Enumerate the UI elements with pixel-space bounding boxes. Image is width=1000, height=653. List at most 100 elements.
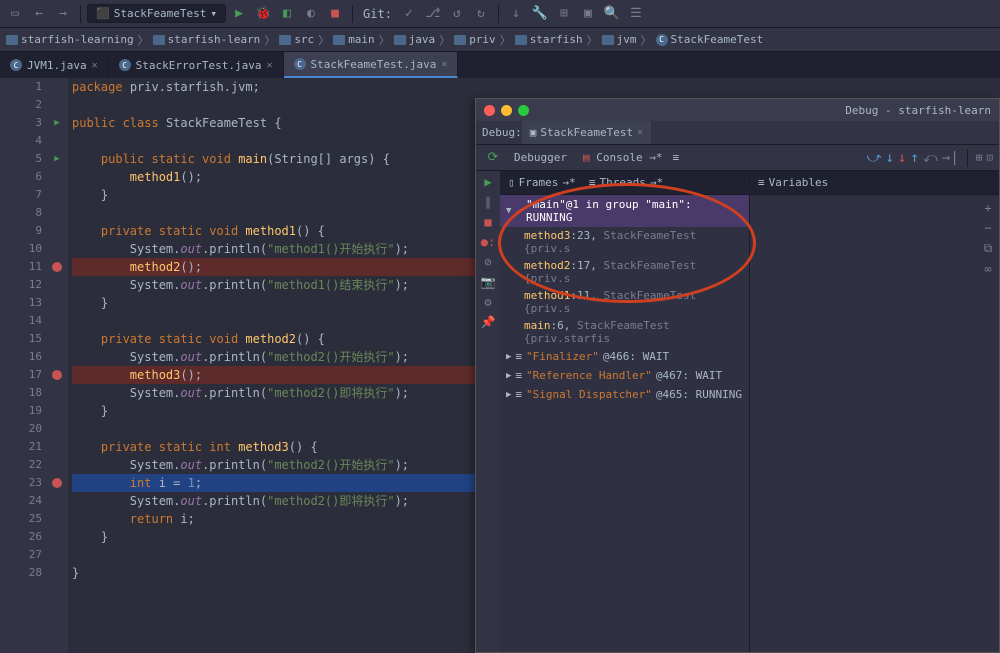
breakpoint-icon[interactable]: [46, 474, 68, 492]
variables-header[interactable]: ≡ Variables: [750, 176, 836, 189]
rerun-icon[interactable]: ⟳: [482, 147, 504, 169]
gutter[interactable]: [46, 510, 68, 528]
structure-icon[interactable]: ☰: [625, 3, 647, 25]
settings-icon[interactable]: ⊡: [986, 151, 993, 164]
duplicate-icon[interactable]: ⧉: [984, 241, 993, 256]
stack-frame[interactable]: method2:17, StackFeameTest {priv.s: [500, 257, 749, 287]
breakpoint-icon[interactable]: [46, 366, 68, 384]
editor-tab[interactable]: CStackFeameTest.java✕: [284, 52, 459, 78]
thread-row[interactable]: ▶ ≡ "Signal Dispatcher"@465: RUNNING: [500, 385, 749, 404]
gutter[interactable]: [46, 204, 68, 222]
build-icon[interactable]: ↓: [505, 3, 527, 25]
gutter[interactable]: [46, 420, 68, 438]
stack-frame[interactable]: method1:11, StackFeameTest {priv.s: [500, 287, 749, 317]
force-step-into-icon[interactable]: ↓: [898, 150, 906, 166]
frames-panel[interactable]: ▼ ✓ "main"@1 in group "main": RUNNINGmet…: [500, 195, 750, 652]
breadcrumb-item[interactable]: jvm: [602, 33, 637, 46]
gutter-markers[interactable]: [46, 78, 68, 653]
stack-frame[interactable]: main:6, StackFeameTest {priv.starfis: [500, 317, 749, 347]
gutter[interactable]: [46, 78, 68, 96]
breakpoint-icon[interactable]: [46, 258, 68, 276]
breadcrumb-item[interactable]: CStackFeameTest: [656, 33, 764, 46]
thread-main[interactable]: ▼ ✓ "main"@1 in group "main": RUNNING: [500, 195, 749, 227]
gutter[interactable]: [46, 384, 68, 402]
editor-tab[interactable]: CJVM1.java✕: [0, 52, 109, 78]
search-icon[interactable]: 🔍: [601, 3, 623, 25]
breadcrumb-item[interactable]: priv: [454, 33, 496, 46]
gutter[interactable]: [46, 240, 68, 258]
coverage-icon[interactable]: ◧: [276, 3, 298, 25]
resume-icon[interactable]: ▶: [484, 175, 491, 189]
gutter[interactable]: [46, 402, 68, 420]
breadcrumb-item[interactable]: src: [279, 33, 314, 46]
remove-watch-icon[interactable]: −: [984, 221, 991, 235]
gutter[interactable]: [46, 222, 68, 240]
close-icon[interactable]: ✕: [441, 59, 447, 70]
thread-row[interactable]: ▶ ≡ "Reference Handler"@467: WAIT: [500, 366, 749, 385]
run-icon[interactable]: ▶: [228, 3, 250, 25]
gutter[interactable]: [46, 564, 68, 582]
gutter[interactable]: [46, 348, 68, 366]
breakpoints-icon[interactable]: ●:: [481, 235, 495, 249]
debug-titlebar[interactable]: Debug - starfish-learn: [476, 99, 999, 121]
pause-icon[interactable]: ∥: [485, 195, 491, 209]
editor-tab[interactable]: CStackErrorTest.java✕: [109, 52, 284, 78]
stop-debug-icon[interactable]: ■: [484, 215, 491, 229]
gutter[interactable]: [46, 96, 68, 114]
gutter[interactable]: [46, 528, 68, 546]
git-branch-icon[interactable]: ⎇: [422, 3, 444, 25]
step-into-icon[interactable]: ↓: [886, 150, 894, 166]
thread-dump-icon[interactable]: 📷: [481, 275, 496, 289]
variables-panel[interactable]: + − ⧉ ∞: [750, 195, 999, 652]
thread-row[interactable]: ▶ ≡ "Finalizer"@466: WAIT: [500, 347, 749, 366]
git-update-icon[interactable]: ✓: [398, 3, 420, 25]
link-icon[interactable]: ∞: [984, 262, 991, 276]
breadcrumb-item[interactable]: main: [333, 33, 375, 46]
gutter[interactable]: [46, 492, 68, 510]
stack-frame[interactable]: method3:23, StackFeameTest {priv.s: [500, 227, 749, 257]
mute-bp-icon[interactable]: ⊘: [484, 255, 491, 269]
zoom-dot[interactable]: [518, 105, 529, 116]
step-out-icon[interactable]: ↑: [910, 150, 918, 166]
frames-header[interactable]: ▯ Frames →* ≡ Threads →*: [500, 176, 750, 189]
menu-icon[interactable]: ▭: [4, 3, 26, 25]
stop-icon[interactable]: ■: [324, 3, 346, 25]
debugger-tab[interactable]: Debugger: [508, 151, 573, 164]
more-tabs-icon[interactable]: ≡: [672, 151, 679, 164]
gutter[interactable]: [46, 168, 68, 186]
add-watch-icon[interactable]: +: [984, 201, 991, 215]
pin-icon[interactable]: 📌: [481, 315, 496, 329]
run-configuration-select[interactable]: ⬛ StackFeameTest ▾: [87, 4, 226, 23]
evaluate-icon[interactable]: ⊞: [976, 151, 983, 164]
close-icon[interactable]: ✕: [637, 127, 643, 138]
debug-session-tab[interactable]: ▣ StackFeameTest ✕: [522, 121, 651, 144]
gutter[interactable]: [46, 312, 68, 330]
git-history-icon[interactable]: ↺: [446, 3, 468, 25]
drop-frame-icon[interactable]: ⤺: [923, 150, 938, 166]
settings-gear-icon[interactable]: ⚙: [484, 295, 491, 309]
run-gutter-icon[interactable]: [46, 114, 68, 132]
gutter[interactable]: [46, 456, 68, 474]
back-icon[interactable]: ←: [28, 3, 50, 25]
dependencies-icon[interactable]: ⊞: [553, 3, 575, 25]
gutter[interactable]: [46, 330, 68, 348]
gutter[interactable]: [46, 186, 68, 204]
gutter[interactable]: [46, 294, 68, 312]
debug-icon[interactable]: 🐞: [252, 3, 274, 25]
breadcrumb-item[interactable]: starfish-learning: [6, 33, 134, 46]
run-to-cursor-icon[interactable]: →|: [942, 150, 959, 166]
profile-icon[interactable]: ◐: [300, 3, 322, 25]
close-dot[interactable]: [484, 105, 495, 116]
close-icon[interactable]: ✕: [266, 60, 272, 71]
breadcrumb-item[interactable]: java: [394, 33, 436, 46]
step-over-icon[interactable]: ⤻: [867, 150, 882, 166]
close-icon[interactable]: ✕: [92, 60, 98, 71]
console-tab[interactable]: ▤ Console →*: [577, 151, 668, 164]
wrench-icon[interactable]: 🔧: [529, 3, 551, 25]
breadcrumb-item[interactable]: starfish: [515, 33, 583, 46]
forward-icon[interactable]: →: [52, 3, 74, 25]
run-gutter-icon[interactable]: [46, 150, 68, 168]
git-revert-icon[interactable]: ↻: [470, 3, 492, 25]
gutter[interactable]: [46, 546, 68, 564]
gutter[interactable]: [46, 132, 68, 150]
